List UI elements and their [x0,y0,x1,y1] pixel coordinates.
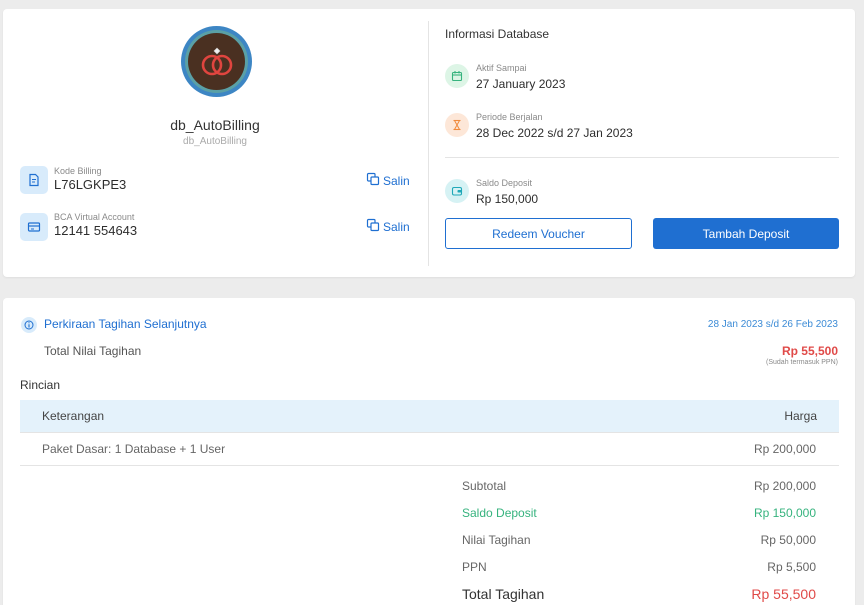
ppn-note: (Sudah termasuk PPN) [766,359,838,366]
column-description: Keterangan [42,409,105,423]
database-subname: db_AutoBilling [183,136,247,147]
bill-amount-label: Nilai Tagihan [462,533,531,547]
hourglass-icon [445,113,469,137]
database-info-card: db_AutoBilling db_AutoBilling Kode Billi… [3,9,855,277]
calendar-icon [445,64,469,88]
copy-icon [366,218,380,235]
copy-billing-code-button[interactable]: Salin [366,172,410,189]
billing-code-label: Kode Billing [54,166,102,176]
copy-virtual-account-button[interactable]: Salin [366,218,410,235]
database-name: db_AutoBilling [170,117,260,133]
horizontal-divider [445,157,839,158]
total-bill-label: Total Nilai Tagihan [44,344,142,358]
table-header: Keterangan Harga [20,400,839,432]
row-divider [20,465,839,466]
table-row-description: Paket Dasar: 1 Database + 1 User [42,442,226,456]
card-icon [20,213,48,241]
ppn-label: PPN [462,560,487,574]
virtual-account-label: BCA Virtual Account [54,212,135,222]
billing-code-value: L76LGKPE3 [54,177,127,192]
deposit-value: Rp 150,000 [476,192,539,206]
grand-total-label: Total Tagihan [462,586,545,602]
total-bill-value: Rp 55,500 [781,344,838,358]
wallet-icon [445,179,469,203]
column-price: Harga [784,409,817,423]
next-bill-card: Perkiraan Tagihan Selanjutnya 28 Jan 202… [3,298,855,605]
next-bill-title: Perkiraan Tagihan Selanjutnya [44,317,207,331]
active-until-label: Aktif Sampai [476,63,527,73]
copy-label: Salin [383,219,410,234]
copy-label: Salin [383,173,410,188]
subtotal-value: Rp 200,000 [753,479,816,493]
subtotal-label: Subtotal [462,479,507,493]
row-divider [20,432,839,433]
period-label: Periode Berjalan [476,112,543,122]
table-row-price: Rp 200,000 [753,442,816,456]
bill-period: 28 Jan 2023 s/d 26 Feb 2023 [707,319,838,330]
active-until-value: 27 January 2023 [476,77,566,91]
ppn-value: Rp 5,500 [767,560,816,574]
grand-total-value: Rp 55,500 [751,586,816,602]
virtual-account-value: 12141 554643 [54,223,138,238]
summary-deposit-value: Rp 150,000 [753,506,816,520]
add-deposit-button[interactable]: Tambah Deposit [653,218,839,249]
bill-amount-value: Rp 50,000 [760,533,816,547]
section-title: Informasi Database [445,27,550,41]
copy-icon [366,172,380,189]
summary-deposit-label: Saldo Deposit [462,506,537,520]
info-icon [21,317,37,333]
vertical-divider [428,21,429,266]
rings-logo-icon [188,33,245,90]
avatar [181,26,252,97]
redeem-voucher-button[interactable]: Redeem Voucher [445,218,632,249]
details-heading: Rincian [20,378,61,392]
document-icon [20,166,48,194]
period-value: 28 Dec 2022 s/d 27 Jan 2023 [476,126,633,140]
deposit-label: Saldo Deposit [476,178,533,188]
